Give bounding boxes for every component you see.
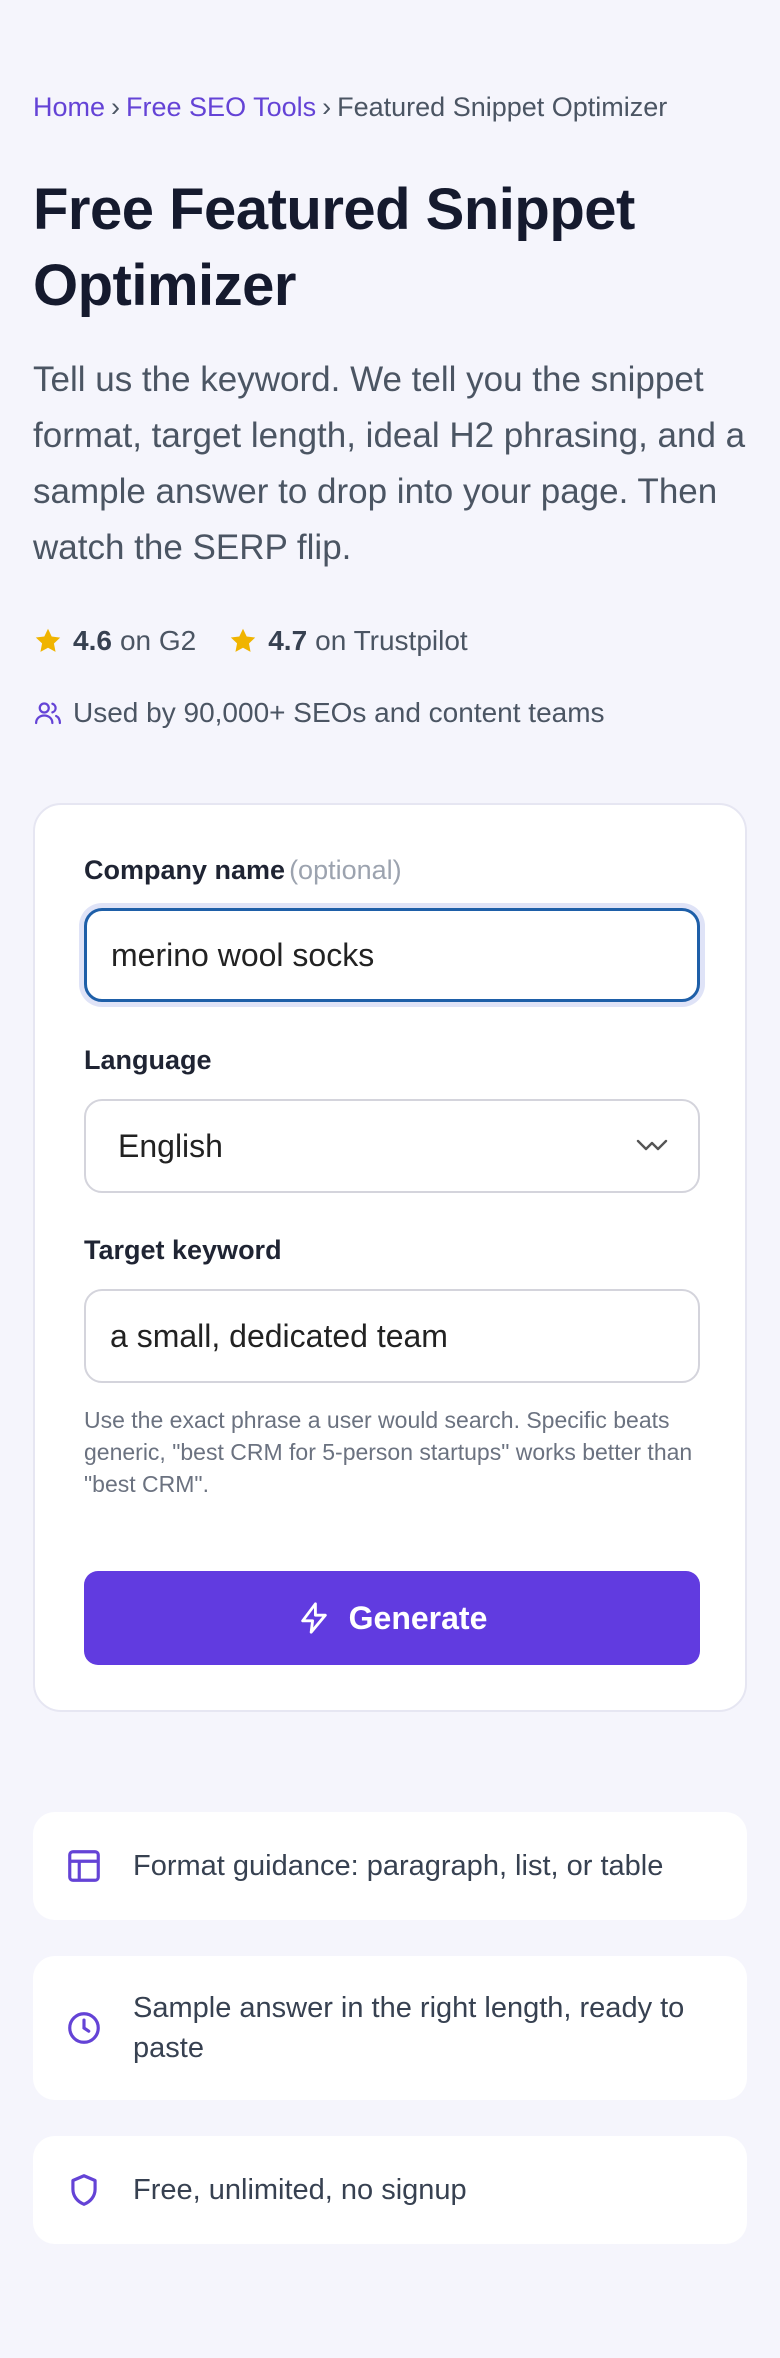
chevron-down-icon bbox=[636, 1139, 668, 1151]
generator-form: Company name (optional) merino wool socks… bbox=[33, 803, 747, 1712]
rating-g2: 4.6 on G2 bbox=[33, 625, 196, 657]
users-icon bbox=[35, 702, 61, 725]
breadcrumb-current: Featured Snippet Optimizer bbox=[337, 92, 668, 122]
feature-item-sample: Sample answer in the right length, ready… bbox=[33, 1956, 747, 2100]
rating-score: 4.6 bbox=[73, 625, 112, 656]
breadcrumb-separator: › bbox=[111, 92, 121, 122]
rating-trustpilot: 4.7 on Trustpilot bbox=[228, 625, 468, 657]
breadcrumb-home-link[interactable]: Home bbox=[33, 92, 105, 122]
social-proof: Used by 90,000+ SEOs and content teams bbox=[33, 697, 605, 729]
keyword-help-text: Use the exact phrase a user would search… bbox=[84, 1407, 693, 1497]
generate-button-label: Generate bbox=[348, 1599, 488, 1636]
company-name-value: merino wool socks bbox=[111, 936, 375, 973]
layout-icon bbox=[68, 1850, 100, 1882]
feature-text: Format guidance: paragraph, list, or tab… bbox=[133, 1850, 664, 1882]
language-select[interactable]: English bbox=[84, 1099, 700, 1193]
shield-icon bbox=[71, 2174, 97, 2206]
feature-item-format: Format guidance: paragraph, list, or tab… bbox=[33, 1812, 747, 1920]
target-keyword-label: Target keyword bbox=[84, 1235, 282, 1265]
feature-text: Free, unlimited, no signup bbox=[133, 2174, 467, 2206]
ratings-row: 4.6 on G2 4.7 on Trustpilot bbox=[33, 625, 500, 657]
users-text: Used by 90,000+ SEOs and content teams bbox=[73, 697, 605, 728]
company-name-input[interactable]: merino wool socks bbox=[84, 908, 700, 1002]
company-name-label: Company name (optional) bbox=[84, 855, 402, 886]
breadcrumb: Home › Free SEO Tools › Featured Snippet Opt… bbox=[33, 92, 667, 123]
optional-hint: (optional) bbox=[289, 855, 402, 885]
rating-source: on G2 bbox=[119, 625, 197, 656]
star-icon bbox=[35, 628, 61, 652]
clock-icon bbox=[68, 2012, 100, 2044]
breadcrumb-tools-link[interactable]: Free SEO Tools bbox=[126, 92, 316, 122]
star-icon bbox=[231, 628, 256, 652]
target-keyword-input[interactable]: a small, dedicated team bbox=[84, 1289, 700, 1383]
page-title: Free Featured Snippet Optimizer bbox=[33, 177, 635, 318]
rating-source: on Trustpilot bbox=[315, 625, 468, 656]
language-label: Language bbox=[84, 1045, 212, 1075]
rating-score: 4.7 bbox=[268, 625, 308, 656]
lightning-icon bbox=[300, 1602, 327, 1634]
breadcrumb-separator: › bbox=[322, 92, 332, 122]
generate-button[interactable]: Generate bbox=[84, 1571, 700, 1665]
feature-text: Sample answer in the right length, ready… bbox=[133, 1992, 685, 2064]
company-name-label-text: Company name bbox=[84, 855, 286, 885]
feature-item-free: Free, unlimited, no signup bbox=[33, 2136, 747, 2244]
page-lead: Tell us the keyword. We tell you the sni… bbox=[33, 360, 746, 567]
language-value: English bbox=[118, 1127, 223, 1164]
target-keyword-value: a small, dedicated team bbox=[110, 1317, 448, 1354]
